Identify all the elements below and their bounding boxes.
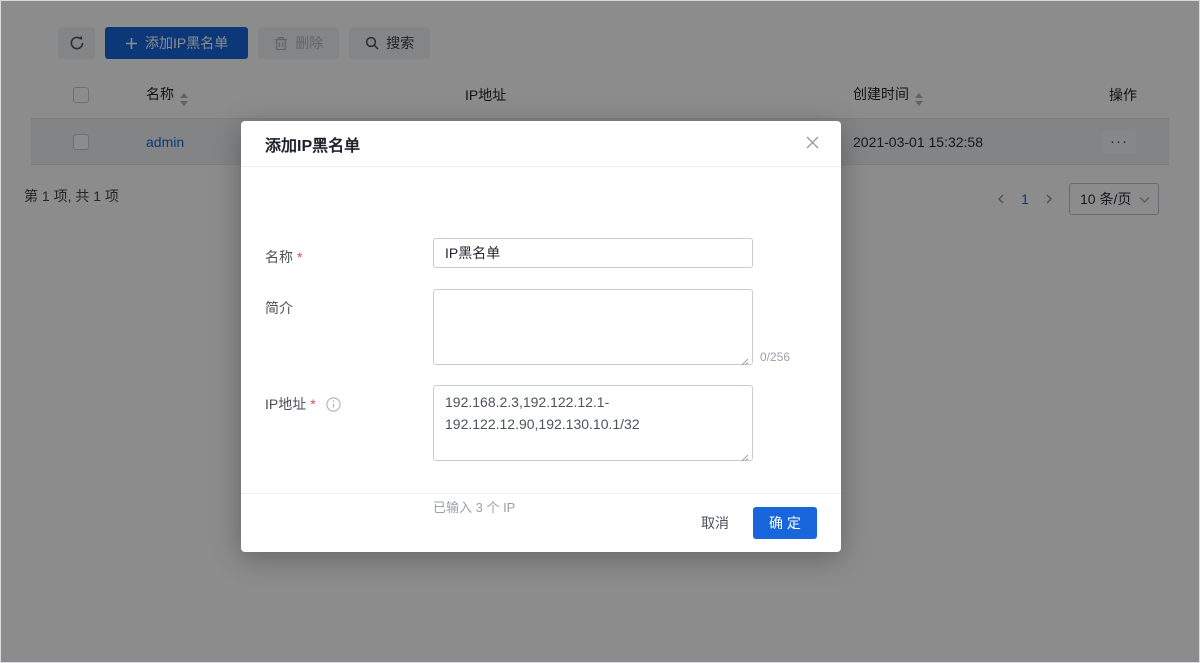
ip-field-label: IP地址* xyxy=(265,394,341,415)
name-field-label: 名称* xyxy=(265,247,302,267)
description-field-label: 简介 xyxy=(265,298,293,318)
add-ip-blacklist-dialog: 添加IP黑名单 名称* 简介 0/256 xyxy=(241,121,841,552)
dialog-footer: 取消 确 定 xyxy=(241,493,841,552)
cancel-button[interactable]: 取消 xyxy=(701,513,729,533)
required-mark: * xyxy=(297,249,302,265)
info-icon[interactable] xyxy=(326,397,341,415)
description-char-counter: 0/256 xyxy=(760,350,790,364)
label-text: 名称 xyxy=(265,249,293,265)
required-mark: * xyxy=(310,396,315,412)
confirm-button[interactable]: 确 定 xyxy=(753,507,817,539)
description-textarea[interactable] xyxy=(433,289,753,365)
close-button[interactable] xyxy=(803,135,821,153)
dialog-body: 名称* 简介 0/256 IP地址* xyxy=(241,167,841,493)
label-text: 简介 xyxy=(265,300,293,316)
close-icon xyxy=(806,137,819,152)
ip-blacklist-page: 添加IP黑名单 删除 搜索 xyxy=(0,0,1200,663)
name-input[interactable] xyxy=(433,238,753,268)
dialog-header: 添加IP黑名单 xyxy=(241,121,841,167)
label-text: IP地址 xyxy=(265,396,306,412)
ip-addresses-textarea[interactable]: 192.168.2.3,192.122.12.1-192.122.12.90,1… xyxy=(433,385,753,461)
dialog-title: 添加IP黑名单 xyxy=(265,132,360,156)
